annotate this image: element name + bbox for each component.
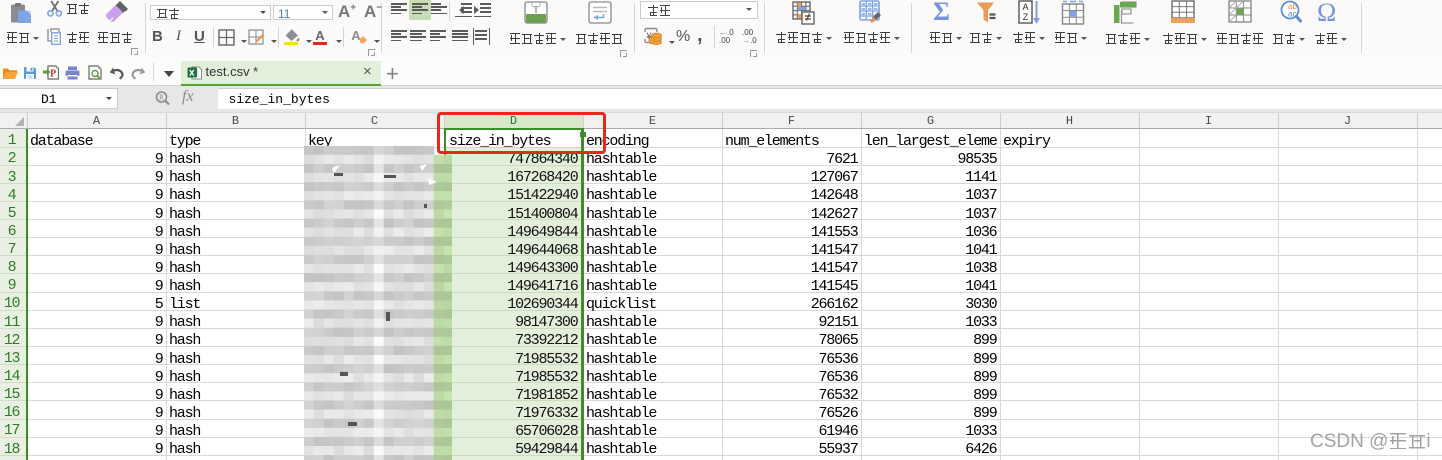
svg-text:A: A	[1022, 2, 1028, 12]
svg-text:A: A	[351, 28, 361, 43]
svg-text:P: P	[50, 69, 56, 80]
svg-text:Z: Z	[1023, 12, 1029, 22]
svg-text:R: R	[159, 94, 164, 102]
svg-text:A: A	[315, 28, 325, 43]
svg-text:T: T	[533, 5, 539, 15]
